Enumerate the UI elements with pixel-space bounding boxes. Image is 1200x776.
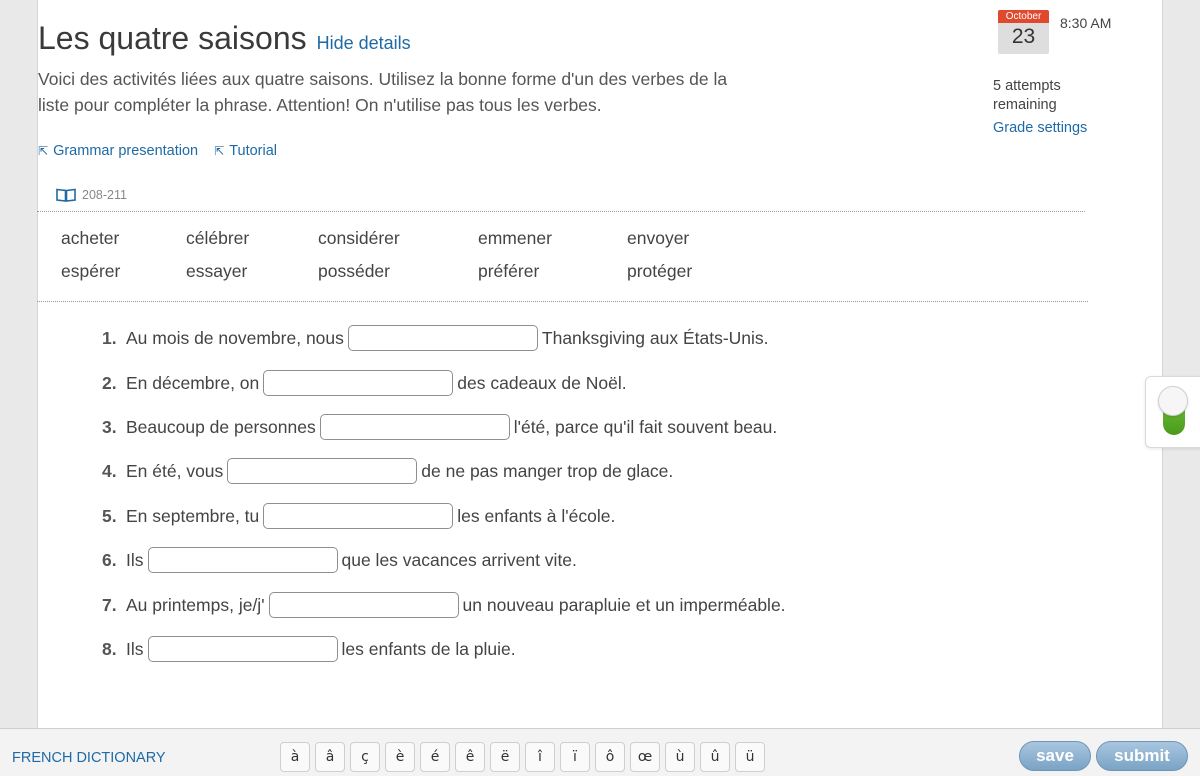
- question-text-after: des cadeaux de Noël.: [457, 372, 627, 393]
- answer-field[interactable]: [227, 458, 418, 484]
- question-item: 6. Ils que les vacances arrivent vite.: [102, 546, 577, 574]
- answer-field[interactable]: [268, 592, 459, 618]
- instructions-text: Voici des activités liées aux quatre sai…: [38, 69, 728, 115]
- question-text-after: que les vacances arrivent vite.: [341, 549, 577, 570]
- answer-field[interactable]: [347, 325, 538, 351]
- question-text-before: En décembre, on: [126, 372, 260, 393]
- question-item: 7. Au printemps, je/j' un nouveau parapl…: [102, 591, 786, 619]
- footer-bar: FRENCH DICTIONARY à â ç è é ê ë î ï ô œ …: [0, 728, 1200, 776]
- external-arrow-icon: ⇱: [214, 144, 225, 158]
- question-number: 8.: [102, 638, 117, 659]
- accent-key[interactable]: ê: [455, 742, 485, 772]
- question-number: 5.: [102, 505, 117, 526]
- calendar-month: October: [998, 10, 1049, 23]
- question-text-after: un nouveau parapluie et un imperméable.: [462, 594, 786, 615]
- question-number: 1.: [102, 327, 117, 348]
- grammar-presentation-label: Grammar presentation: [53, 143, 199, 159]
- word-bank-item: acheter: [61, 228, 120, 248]
- question-text-after: les enfants à l'école.: [457, 505, 616, 526]
- page-title: Les quatre saisons: [38, 20, 307, 56]
- accent-key[interactable]: ô: [595, 742, 625, 772]
- accent-key[interactable]: à: [280, 742, 310, 772]
- page-range: 208-211: [82, 188, 127, 202]
- question-text-after: les enfants de la pluie.: [341, 638, 516, 659]
- question-item: 3. Beaucoup de personnes l'été, parce qu…: [102, 413, 777, 441]
- calendar-icon: October 23: [998, 10, 1049, 54]
- question-text-after: Thanksgiving aux États-Unis.: [541, 327, 769, 348]
- divider: [37, 211, 1085, 212]
- question-text-after: l'été, parce qu'il fait souvent beau.: [513, 416, 778, 437]
- word-bank-item: protéger: [627, 261, 693, 281]
- accent-key[interactable]: â: [315, 742, 345, 772]
- accent-key[interactable]: ç: [350, 742, 380, 772]
- word-bank-item: espérer: [61, 261, 121, 281]
- divider: [37, 301, 1088, 302]
- due-time: 8:30 AM: [1060, 15, 1112, 31]
- question-number: 2.: [102, 372, 117, 393]
- question-number: 6.: [102, 549, 117, 570]
- answer-field[interactable]: [319, 414, 510, 440]
- question-text-after: de ne pas manger trop de glace.: [421, 460, 674, 481]
- submit-button[interactable]: submit: [1096, 741, 1188, 771]
- resource-links: ⇱ Grammar presentation ⇱ Tutorial: [38, 143, 277, 159]
- tutorial-label: Tutorial: [229, 143, 277, 159]
- tutorial-link[interactable]: ⇱ Tutorial: [214, 143, 277, 159]
- attempts-remaining: 5 attempts remaining: [993, 78, 1061, 113]
- answer-field[interactable]: [263, 370, 454, 396]
- question-text-before: Beaucoup de personnes: [126, 416, 316, 437]
- textbook-page-reference[interactable]: 208-211: [56, 188, 127, 202]
- answer-field[interactable]: [263, 503, 454, 529]
- due-date-calendar: October 23: [998, 10, 1049, 54]
- answer-field[interactable]: [147, 636, 338, 662]
- question-text-before: Au mois de novembre, nous: [126, 327, 344, 348]
- accent-key[interactable]: î: [525, 742, 555, 772]
- book-icon: [56, 188, 76, 202]
- accent-key[interactable]: û: [700, 742, 730, 772]
- question-item: 5. En septembre, tu les enfants à l'écol…: [102, 502, 615, 530]
- word-bank-item: emmener: [478, 228, 552, 248]
- question-item: 4. En été, vous de ne pas manger trop de…: [102, 457, 673, 485]
- question-item: 2. En décembre, on des cadeaux de Noël.: [102, 369, 627, 397]
- toggle-knob[interactable]: [1158, 386, 1188, 416]
- side-panel-toggle[interactable]: [1145, 376, 1200, 448]
- accent-palette: à â ç è é ê ë î ï ô œ ù û ü: [280, 742, 765, 772]
- accent-key[interactable]: ï: [560, 742, 590, 772]
- word-bank-item: essayer: [186, 261, 248, 281]
- question-number: 7.: [102, 594, 117, 615]
- french-dictionary-link[interactable]: FRENCH DICTIONARY: [12, 750, 166, 766]
- word-bank-item: préférer: [478, 261, 540, 281]
- external-arrow-icon: ⇱: [38, 144, 49, 158]
- accent-key[interactable]: ü: [735, 742, 765, 772]
- save-button[interactable]: save: [1019, 741, 1091, 771]
- hide-details-link[interactable]: Hide details: [317, 33, 411, 54]
- question-text-before: En été, vous: [126, 460, 224, 481]
- accent-key[interactable]: è: [385, 742, 415, 772]
- answer-field[interactable]: [147, 547, 338, 573]
- question-number: 4.: [102, 460, 117, 481]
- accent-key[interactable]: œ: [630, 742, 660, 772]
- word-bank-item: célébrer: [186, 228, 250, 248]
- title-row: Les quatre saisons Hide details: [38, 20, 411, 57]
- grade-settings-link[interactable]: Grade settings: [993, 120, 1087, 136]
- grammar-presentation-link[interactable]: ⇱ Grammar presentation: [38, 143, 198, 159]
- word-bank-item: envoyer: [627, 228, 690, 248]
- word-bank-item: considérer: [318, 228, 400, 248]
- question-text-before: Ils: [126, 638, 144, 659]
- question-number: 3.: [102, 416, 117, 437]
- question-text-before: Au printemps, je/j': [126, 594, 265, 615]
- accent-key[interactable]: ë: [490, 742, 520, 772]
- question-text-before: En septembre, tu: [126, 505, 260, 526]
- question-text-before: Ils: [126, 549, 144, 570]
- word-bank-item: posséder: [318, 261, 390, 281]
- accent-key[interactable]: é: [420, 742, 450, 772]
- calendar-day: 23: [1011, 25, 1036, 48]
- question-item: 1. Au mois de novembre, nous Thanksgivin…: [102, 324, 769, 352]
- accent-key[interactable]: ù: [665, 742, 695, 772]
- question-item: 8. Ils les enfants de la pluie.: [102, 635, 516, 663]
